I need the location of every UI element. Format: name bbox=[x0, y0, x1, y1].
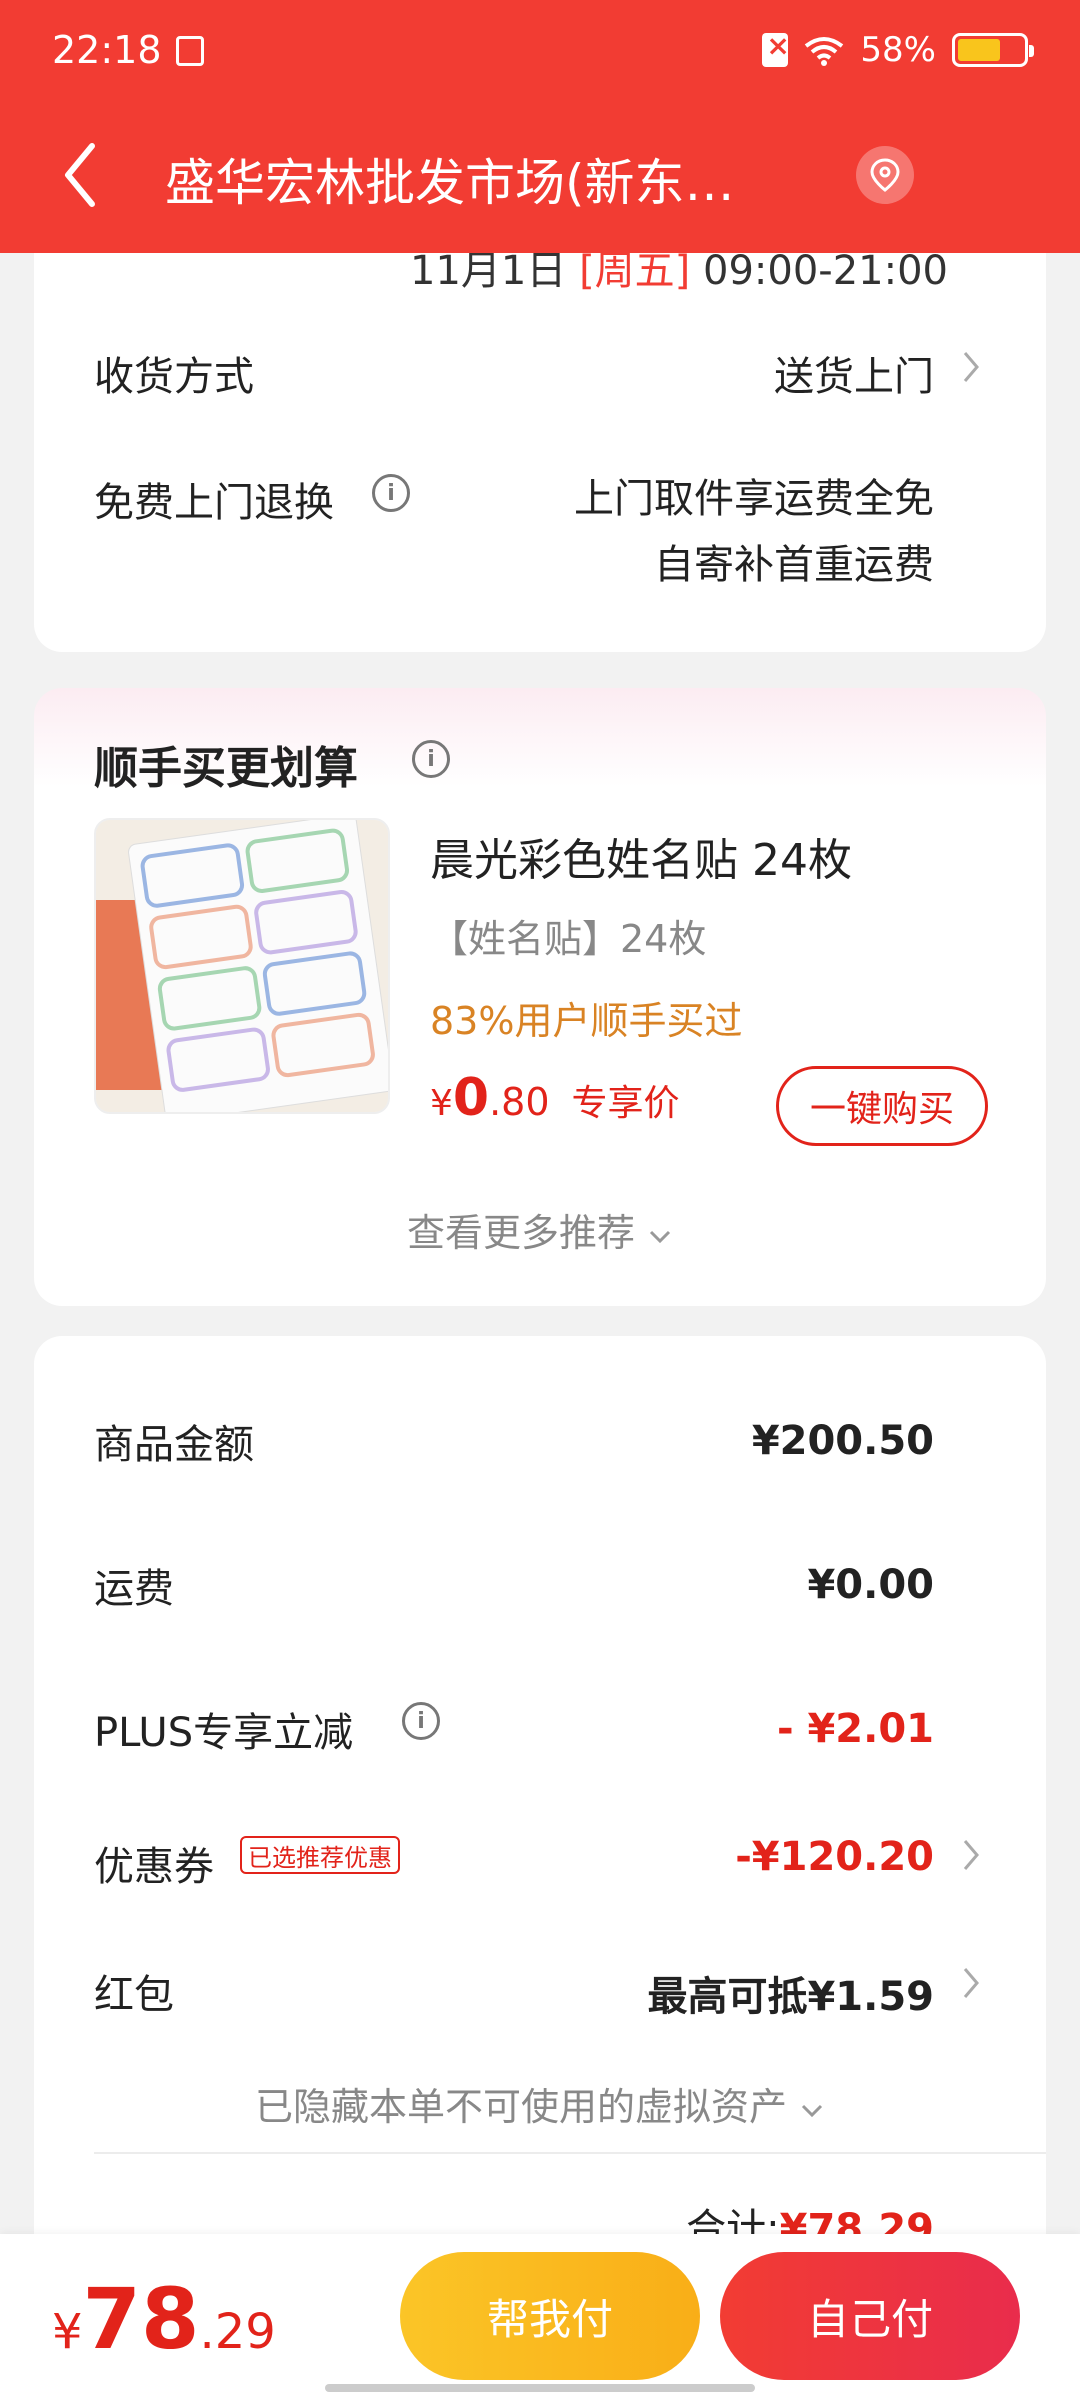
hidden-assets-toggle[interactable]: 已隐藏本单不可使用的虚拟资产 bbox=[0, 2076, 1080, 2131]
chevron-down-icon bbox=[649, 1230, 671, 1244]
goods-amount-label: 商品金额 bbox=[94, 1422, 254, 1468]
back-icon[interactable] bbox=[60, 140, 100, 210]
product-spec: 【姓名贴】24枚 bbox=[430, 917, 707, 961]
status-bar: 22:18 58% bbox=[0, 0, 1080, 100]
chevron-down-icon bbox=[801, 2104, 823, 2118]
hidden-assets-label: 已隐藏本单不可使用的虚拟资产 bbox=[254, 2085, 787, 2129]
divider bbox=[94, 2152, 1046, 2154]
chevron-right-icon[interactable] bbox=[962, 1966, 980, 2000]
product-price: ¥0.80 专享价 bbox=[430, 1068, 680, 1128]
recommend-title: 顺手买更划算 bbox=[94, 743, 358, 794]
no-sim-icon bbox=[762, 29, 790, 67]
info-icon[interactable]: i bbox=[372, 474, 410, 512]
wifi-icon bbox=[804, 35, 844, 66]
product-bought-rate: 83%用户顺手买过 bbox=[430, 999, 743, 1043]
delivery-method-label: 收货方式 bbox=[94, 354, 254, 400]
home-indicator[interactable] bbox=[325, 2384, 755, 2392]
more-recommend-link[interactable]: 查看更多推荐 bbox=[0, 1202, 1080, 1257]
battery-percent: 58% bbox=[860, 30, 936, 70]
status-time: 22:18 bbox=[52, 28, 162, 72]
free-return-value-line1: 上门取件享运费全免 bbox=[574, 476, 934, 522]
chevron-right-icon[interactable] bbox=[962, 350, 980, 384]
chevron-right-icon[interactable] bbox=[962, 1838, 980, 1872]
info-icon[interactable]: i bbox=[412, 740, 450, 778]
red-packet-value[interactable]: 最高可抵¥1.59 bbox=[647, 1964, 934, 2022]
app-notification-icon bbox=[176, 36, 204, 66]
page-title: 盛华宏林批发市场(新东… bbox=[165, 154, 735, 212]
goods-amount-value: ¥200.50 bbox=[751, 1418, 934, 1464]
product-name[interactable]: 晨光彩色姓名贴 24枚 bbox=[430, 824, 852, 888]
plus-discount-value: - ¥2.01 bbox=[776, 1706, 934, 1752]
product-image[interactable] bbox=[94, 818, 390, 1114]
coupon-label: 优惠券 bbox=[94, 1844, 214, 1890]
final-price: ¥78.29 bbox=[52, 2270, 276, 2368]
header-bar: 22:18 58% 盛华宏林批发市场(新东… bbox=[0, 0, 1080, 253]
delivery-method-value[interactable]: 送货上门 bbox=[774, 344, 934, 402]
battery-icon bbox=[952, 33, 1034, 67]
help-me-pay-button[interactable]: 帮我付 bbox=[400, 2252, 700, 2380]
coupon-badge: 已选推荐优惠 bbox=[240, 1836, 400, 1874]
red-packet-label: 红包 bbox=[94, 1972, 174, 2018]
info-icon[interactable]: i bbox=[402, 1702, 440, 1740]
plus-discount-label: PLUS专享立减 bbox=[94, 1710, 354, 1756]
location-icon[interactable] bbox=[856, 146, 914, 204]
shipping-label: 运费 bbox=[94, 1566, 174, 1612]
one-click-buy-button[interactable]: 一键购买 bbox=[776, 1066, 988, 1146]
shipping-value: ¥0.00 bbox=[807, 1562, 934, 1608]
pay-myself-button[interactable]: 自己付 bbox=[720, 2252, 1020, 2380]
free-return-label: 免费上门退换 bbox=[94, 480, 334, 526]
free-return-value-line2: 自寄补首重运费 bbox=[654, 542, 934, 588]
coupon-value[interactable]: -¥120.20 bbox=[735, 1834, 934, 1880]
more-recommend-label: 查看更多推荐 bbox=[406, 1211, 635, 1255]
